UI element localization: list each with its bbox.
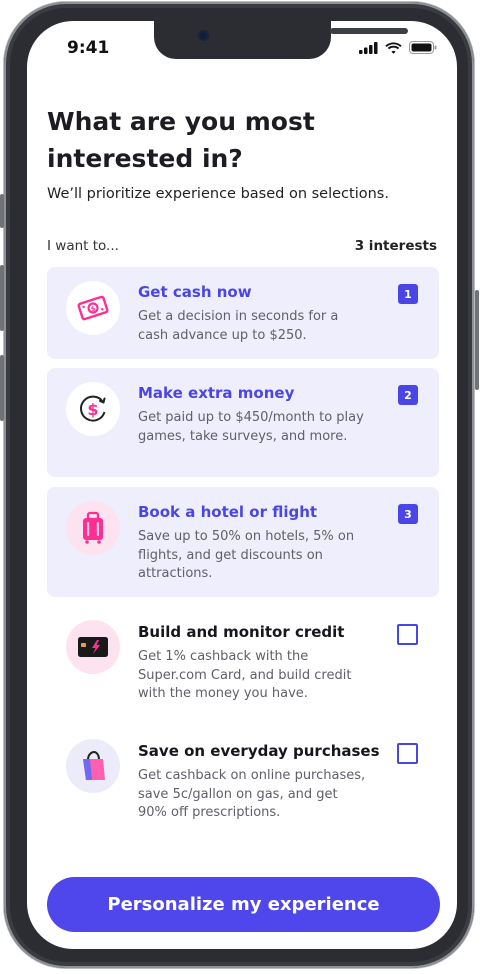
option-save-on-everyday-purchases[interactable]: Save on everyday purchases Get cashback …	[47, 726, 439, 836]
icon-container	[66, 620, 120, 674]
selection-label: I want to...	[47, 238, 119, 254]
interest-count: 3 interests	[354, 238, 437, 254]
option-title: Save on everyday purchases	[138, 742, 380, 760]
option-description: Get 1% cashback with the Super.com Card,…	[138, 649, 352, 701]
speaker	[330, 28, 408, 34]
selection-order-badge[interactable]: 3	[398, 504, 418, 524]
battery-icon	[409, 41, 437, 54]
mute-switch	[0, 194, 4, 228]
volume-up-button	[0, 265, 4, 331]
option-description: Save up to 50% on hotels, 5% on flights,…	[138, 529, 355, 581]
cellular-signal-icon	[359, 41, 378, 54]
volume-down-button	[0, 355, 4, 421]
option-make-extra-money[interactable]: $ Make extra money Get paid up to $450/m…	[47, 368, 439, 477]
cash-icon: $	[77, 295, 109, 321]
icon-container: $	[66, 281, 120, 335]
icon-container	[66, 501, 120, 555]
selection-order-badge[interactable]: 2	[398, 385, 418, 405]
power-button	[475, 290, 479, 390]
camera-icon	[198, 30, 209, 41]
luggage-icon	[83, 511, 103, 544]
page-subtitle: We’ll prioritize experience based on sel…	[47, 186, 389, 202]
option-title: Make extra money	[138, 384, 295, 402]
option-get-cash-now[interactable]: $ Get cash now Get a decision in seconds…	[47, 267, 439, 359]
shopping-bag-icon	[83, 750, 105, 780]
option-description: Get a decision in seconds for a cash adv…	[138, 309, 339, 343]
status-time: 9:41	[67, 38, 110, 58]
option-title: Build and monitor credit	[138, 623, 345, 641]
selection-order-badge[interactable]: 1	[398, 284, 418, 304]
credit-card-icon	[78, 637, 108, 657]
option-title: Get cash now	[138, 283, 252, 301]
option-description: Get paid up to $450/month to play games,…	[138, 410, 364, 444]
option-description: Get cashback on online purchases, save 5…	[138, 768, 366, 820]
status-icons	[359, 41, 437, 54]
option-checkbox[interactable]	[397, 743, 418, 764]
screen: 9:41 What are you most interested in? We…	[27, 21, 457, 949]
icon-container	[66, 739, 120, 793]
page-title: What are you most interested in?	[47, 107, 315, 173]
option-title: Book a hotel or flight	[138, 503, 318, 521]
dollar-cycle-icon: $	[79, 395, 106, 422]
option-checkbox[interactable]	[397, 624, 418, 645]
option-build-and-monitor-credit[interactable]: Build and monitor credit Get 1% cashback…	[47, 607, 439, 717]
notch	[154, 21, 408, 59]
wifi-icon	[385, 42, 402, 54]
personalize-button[interactable]: Personalize my experience	[47, 877, 440, 932]
icon-container: $	[66, 382, 120, 436]
option-book-hotel-or-flight[interactable]: Book a hotel or flight Save up to 50% on…	[47, 487, 439, 597]
svg-text:$: $	[87, 400, 98, 419]
